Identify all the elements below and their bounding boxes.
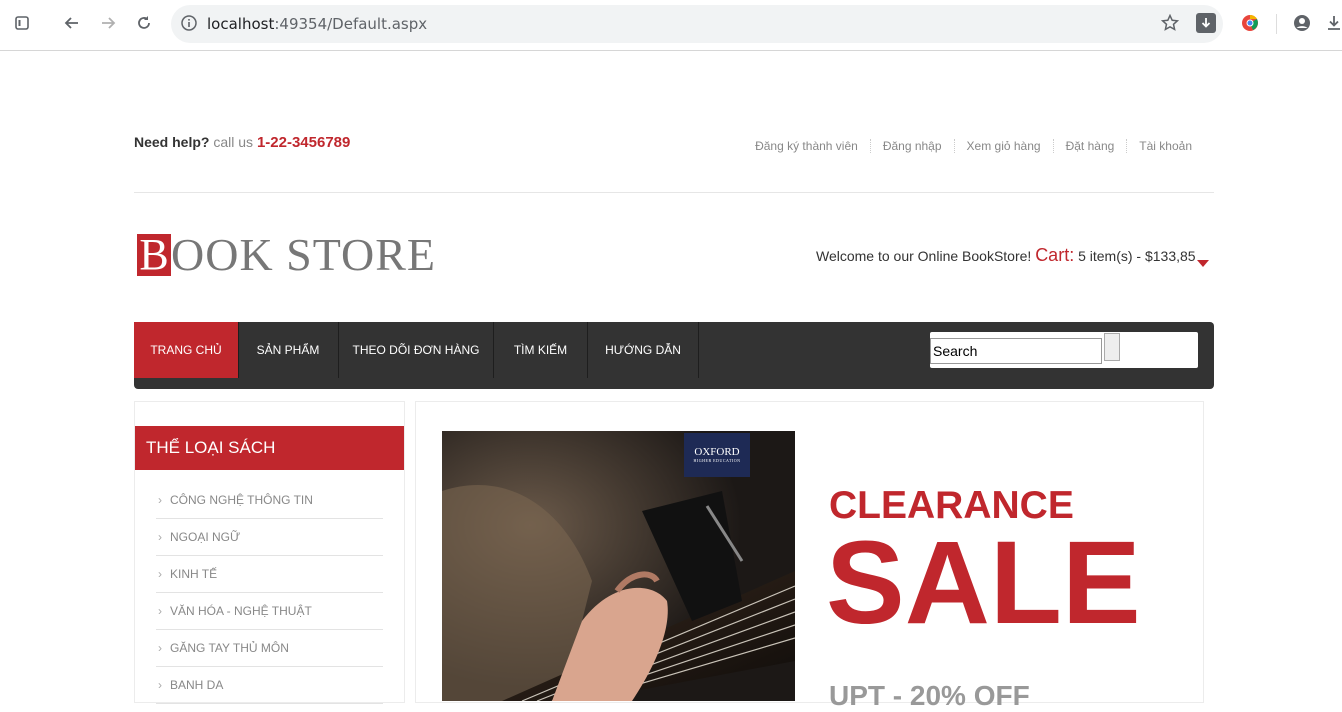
forward-icon[interactable] bbox=[96, 11, 120, 35]
nav-item-products[interactable]: SẢN PHẨM bbox=[238, 322, 339, 378]
site-info-icon[interactable] bbox=[179, 13, 199, 33]
category-item[interactable]: › BANH DA bbox=[156, 667, 383, 704]
help-line: Need help? call us 1-22-3456789 bbox=[134, 134, 350, 151]
welcome-cart: Welcome to our Online BookStore! Cart: 5… bbox=[816, 245, 1196, 266]
banner-guitar-image[interactable]: OXFORD HIGHER EDUCATION bbox=[442, 431, 795, 701]
link-login[interactable]: Đăng nhập bbox=[869, 139, 954, 153]
category-item[interactable]: › NGOẠI NGỮ bbox=[156, 519, 383, 556]
nav-item-guide[interactable]: HƯỚNG DẪN bbox=[588, 322, 699, 378]
chevron-right-icon: › bbox=[158, 604, 162, 618]
download-icon[interactable] bbox=[1322, 11, 1342, 35]
chevron-right-icon: › bbox=[158, 530, 162, 544]
category-list: › CÔNG NGHỆ THÔNG TIN › NGOẠI NGỮ › KINH TẾ… bbox=[156, 482, 383, 704]
call-label: call us bbox=[213, 134, 254, 150]
sidebar-title: THỂ LOẠI SÁCH bbox=[135, 426, 404, 470]
toolbar-divider bbox=[1276, 14, 1277, 34]
link-view-cart[interactable]: Xem giỏ hàng bbox=[953, 139, 1053, 153]
banner-discount-text: UPT - 20% OFF bbox=[829, 680, 1030, 711]
banner-sale-text: SALE bbox=[826, 517, 1141, 649]
chevron-right-icon: › bbox=[158, 678, 162, 692]
nav-item-search[interactable]: TÌM KIẾM bbox=[494, 322, 588, 378]
welcome-text: Welcome to our Online BookStore! bbox=[816, 248, 1032, 264]
profile-icon[interactable] bbox=[1290, 11, 1314, 35]
search-box bbox=[930, 332, 1198, 368]
nav-item-home[interactable]: TRANG CHỦ bbox=[134, 322, 239, 378]
category-item[interactable]: › VĂN HÓA - NGHỆ THUẬT bbox=[156, 593, 383, 630]
category-item[interactable]: › CÔNG NGHỆ THÔNG TIN bbox=[156, 482, 383, 519]
oxford-logo: OXFORD HIGHER EDUCATION bbox=[684, 433, 750, 477]
main-nav: TRANG CHỦ SẢN PHẨM THEO DÕI ĐƠN HÀNG TÌM… bbox=[134, 322, 1214, 389]
cart-summary[interactable]: 5 item(s) - $133,85 bbox=[1078, 248, 1196, 264]
address-bar[interactable]: localhost:49354/Default.aspx bbox=[171, 5, 1223, 43]
promo-banner: OXFORD HIGHER EDUCATION CLEARANCE SALE U… bbox=[415, 401, 1204, 711]
cart-label[interactable]: Cart: bbox=[1035, 245, 1074, 265]
link-account[interactable]: Tài khoản bbox=[1126, 139, 1204, 153]
account-links: Đăng ký thành viên Đăng nhập Xem giỏ hàn… bbox=[743, 139, 1204, 153]
url-text: localhost:49354/Default.aspx bbox=[207, 15, 428, 33]
back-icon[interactable] bbox=[60, 11, 84, 35]
category-sidebar: THỂ LOẠI SÁCH › CÔNG NGHỆ THÔNG TIN › NGOẠ… bbox=[134, 401, 405, 704]
search-button[interactable] bbox=[1104, 333, 1120, 361]
logo-text: OOK STORE bbox=[171, 229, 437, 280]
chevron-right-icon: › bbox=[158, 567, 162, 581]
site-logo[interactable]: B OOK STORE bbox=[137, 229, 437, 280]
tab-search-icon[interactable] bbox=[10, 11, 34, 35]
logo-initial: B bbox=[137, 233, 171, 277]
reload-icon[interactable] bbox=[132, 11, 156, 35]
cart-dropdown-icon[interactable] bbox=[1197, 260, 1209, 267]
bookmark-star-icon[interactable] bbox=[1158, 11, 1182, 35]
browser-toolbar: localhost:49354/Default.aspx bbox=[0, 0, 1342, 51]
link-register[interactable]: Đăng ký thành viên bbox=[743, 139, 870, 153]
link-checkout[interactable]: Đặt hàng bbox=[1052, 139, 1127, 153]
chevron-right-icon: › bbox=[158, 641, 162, 655]
category-item[interactable]: › KINH TẾ bbox=[156, 556, 383, 593]
chevron-right-icon: › bbox=[158, 493, 162, 507]
nav-item-track-order[interactable]: THEO DÕI ĐƠN HÀNG bbox=[339, 322, 494, 378]
extension-icon[interactable] bbox=[1238, 11, 1262, 35]
phone-number[interactable]: 1-22-3456789 bbox=[257, 134, 350, 151]
download-extension-icon[interactable] bbox=[1194, 11, 1218, 35]
header-divider bbox=[134, 192, 1214, 193]
help-label: Need help? bbox=[134, 134, 210, 150]
search-input[interactable] bbox=[930, 338, 1102, 364]
category-item[interactable]: › GĂNG TAY THỦ MÔN bbox=[156, 630, 383, 667]
